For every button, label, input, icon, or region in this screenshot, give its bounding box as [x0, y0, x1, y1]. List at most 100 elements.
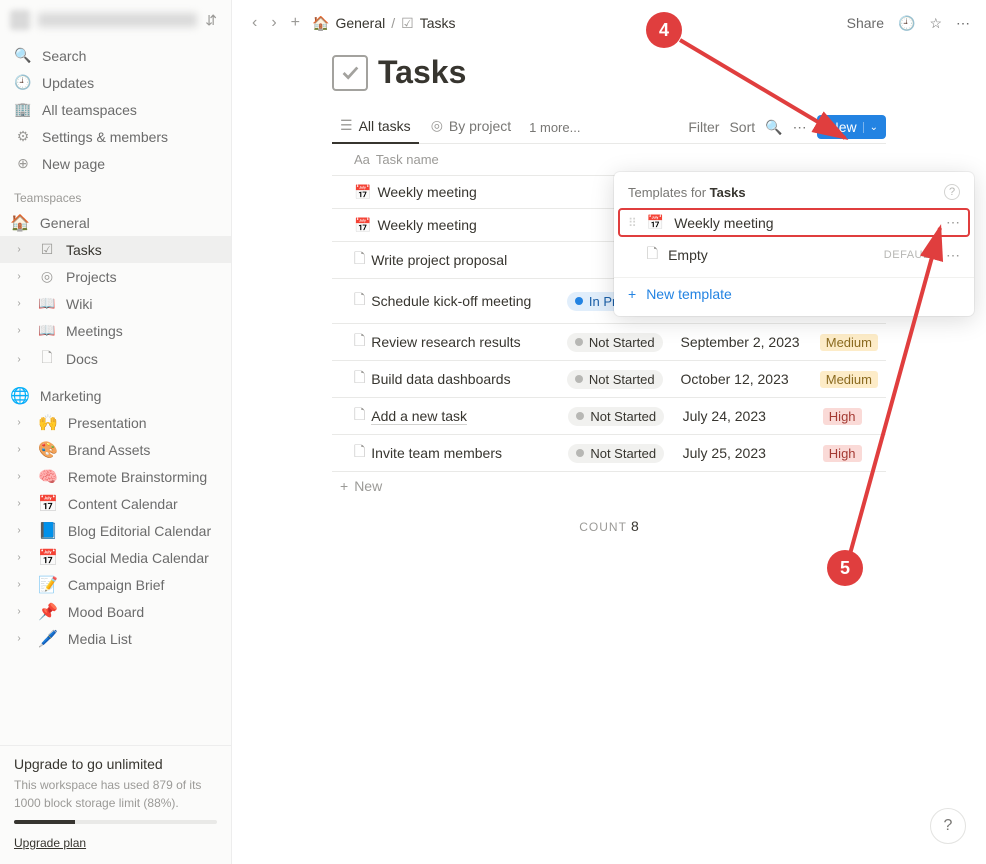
- search-icon[interactable]: 🔍: [765, 119, 782, 136]
- breadcrumb-parent[interactable]: General: [335, 15, 385, 31]
- sidebar-footer: Upgrade to go unlimited This workspace h…: [0, 745, 231, 864]
- sidebar-page-tasks[interactable]: ›☑Tasks: [0, 236, 231, 263]
- workspace-switcher[interactable]: ⇵: [0, 0, 231, 40]
- count-label: COUNT: [579, 520, 627, 534]
- view-tab-more[interactable]: 1 more...: [523, 114, 586, 141]
- topbar: ‹ › + 🏠 General / ☑ Tasks Share 🕘 ☆ ⋯: [232, 0, 986, 46]
- column-priority[interactable]: [815, 144, 886, 175]
- new-tab-button[interactable]: +: [287, 12, 304, 34]
- breadcrumb-parent-icon: 🏠: [312, 15, 329, 32]
- sidebar-page-presentation[interactable]: ›🙌Presentation: [0, 409, 231, 436]
- view-tab-label: By project: [449, 118, 511, 134]
- breadcrumb-page[interactable]: Tasks: [420, 15, 456, 31]
- sidebar-page-blog-editorial-calendar[interactable]: ›📘Blog Editorial Calendar: [0, 517, 231, 544]
- sidebar-page-remote-brainstorming[interactable]: ›🧠Remote Brainstorming: [0, 463, 231, 490]
- clock-icon[interactable]: 🕘: [898, 15, 915, 32]
- task-name: Add a new task: [371, 408, 467, 425]
- sidebar-page-campaign-brief[interactable]: ›📝Campaign Brief: [0, 571, 231, 598]
- teamspace-marketing[interactable]: 🌐 Marketing: [0, 382, 231, 409]
- page-emoji: 🧠: [38, 467, 58, 487]
- chevron-right-icon[interactable]: ›: [10, 552, 28, 563]
- more-icon[interactable]: ⋯: [793, 119, 807, 136]
- page-icon[interactable]: [332, 55, 368, 91]
- more-icon[interactable]: ⋯: [946, 247, 960, 264]
- sidebar-page-meetings[interactable]: ›📖Meetings: [0, 317, 231, 344]
- template-item-weekly-meeting[interactable]: ⠿ 📅 Weekly meeting ⋯: [618, 208, 970, 237]
- sidebar-page-label: Docs: [66, 351, 98, 367]
- chevron-right-icon[interactable]: ›: [10, 579, 28, 590]
- column-name[interactable]: AaTask name: [332, 144, 560, 175]
- sidebar-page-label: Meetings: [66, 323, 123, 339]
- back-button[interactable]: ‹: [248, 12, 261, 34]
- sidebar-label: New page: [42, 156, 105, 172]
- count-row: COUNT8: [332, 500, 886, 552]
- table-row[interactable]: 🗋Build data dashboardsNot StartedOctober…: [332, 361, 886, 398]
- doc-icon: 🗋: [38, 347, 56, 371]
- sidebar-newpage[interactable]: ⊕New page: [0, 150, 231, 177]
- annotation-step-5: 5: [827, 550, 863, 586]
- upgrade-link[interactable]: Upgrade plan: [14, 836, 86, 850]
- chevron-down-icon[interactable]: ⌄: [863, 122, 878, 133]
- sidebar-teamspaces[interactable]: 🏢All teamspaces: [0, 96, 231, 123]
- sidebar-page-projects[interactable]: ›◎Projects: [0, 263, 231, 290]
- sort-button[interactable]: Sort: [729, 119, 755, 135]
- plus-icon: +: [628, 286, 636, 302]
- chevron-right-icon[interactable]: ›: [10, 471, 28, 482]
- page-title[interactable]: Tasks: [378, 54, 466, 91]
- teamspace-general[interactable]: 🏠 General: [0, 209, 231, 236]
- task-name: Write project proposal: [371, 252, 507, 268]
- chevron-right-icon[interactable]: ›: [10, 525, 28, 536]
- help-icon[interactable]: ?: [944, 184, 960, 200]
- chevron-right-icon[interactable]: ›: [10, 633, 28, 644]
- drag-handle-icon[interactable]: ⠿: [628, 216, 637, 230]
- forward-button[interactable]: ›: [267, 12, 280, 34]
- new-button[interactable]: New ⌄: [817, 115, 886, 139]
- share-button[interactable]: Share: [847, 15, 884, 31]
- sidebar-page-docs[interactable]: › 🗋 Docs: [0, 344, 231, 374]
- new-template[interactable]: + New template: [614, 277, 974, 310]
- sidebar-page-label: Media List: [68, 631, 132, 647]
- chevron-right-icon[interactable]: ›: [10, 354, 28, 365]
- sidebar-search[interactable]: 🔍Search: [0, 42, 231, 69]
- view-tab-all-tasks[interactable]: ☰ All tasks: [332, 111, 419, 144]
- more-icon[interactable]: ⋯: [946, 214, 960, 231]
- sidebar-page-media-list[interactable]: ›🖊️Media List: [0, 625, 231, 652]
- page-emoji: 📅: [38, 548, 58, 568]
- page-emoji: 🙌: [38, 413, 58, 433]
- task-name: Schedule kick-off meeting: [371, 293, 531, 309]
- sidebar-page-mood-board[interactable]: ›📌Mood Board: [0, 598, 231, 625]
- sidebar-page-wiki[interactable]: ›📖Wiki: [0, 290, 231, 317]
- column-due[interactable]: [675, 144, 815, 175]
- star-icon[interactable]: ☆: [929, 15, 942, 32]
- table-row[interactable]: 🗋Add a new taskNot StartedJuly 24, 2023H…: [332, 398, 886, 435]
- template-item-empty[interactable]: ⠿ 🗋 Empty DEFAULT ⋯: [614, 237, 974, 273]
- chevron-right-icon[interactable]: ›: [10, 298, 28, 309]
- chevron-right-icon[interactable]: ›: [10, 325, 28, 336]
- chevron-right-icon[interactable]: ›: [10, 444, 28, 455]
- chevron-right-icon[interactable]: ›: [10, 271, 28, 282]
- main: ‹ › + 🏠 General / ☑ Tasks Share 🕘 ☆ ⋯ Ta…: [232, 0, 986, 864]
- sidebar-page-social-media-calendar[interactable]: ›📅Social Media Calendar: [0, 544, 231, 571]
- sidebar-settings[interactable]: ⚙Settings & members: [0, 123, 231, 150]
- due-date: October 12, 2023: [672, 365, 811, 393]
- table-row[interactable]: 🗋Review research resultsNot StartedSepte…: [332, 324, 886, 361]
- new-button-label: New: [829, 119, 857, 135]
- chevron-right-icon[interactable]: ›: [10, 606, 28, 617]
- sidebar-updates[interactable]: 🕘Updates: [0, 69, 231, 96]
- sidebar-page-brand-assets[interactable]: ›🎨Brand Assets: [0, 436, 231, 463]
- chevron-right-icon[interactable]: ›: [10, 498, 28, 509]
- column-status[interactable]: [560, 144, 674, 175]
- breadcrumb-sep: /: [391, 15, 395, 31]
- chevron-right-icon[interactable]: ›: [10, 244, 28, 255]
- more-icon[interactable]: ⋯: [956, 15, 970, 32]
- table-row[interactable]: 🗋Invite team membersNot StartedJuly 25, …: [332, 435, 886, 472]
- status-pill: Not Started: [567, 333, 663, 352]
- sidebar-page-content-calendar[interactable]: ›📅Content Calendar: [0, 490, 231, 517]
- new-row[interactable]: +New: [332, 472, 886, 500]
- help-fab[interactable]: ?: [930, 808, 966, 844]
- filter-button[interactable]: Filter: [688, 119, 719, 135]
- chevron-right-icon[interactable]: ›: [10, 417, 28, 428]
- page-emoji: 🎨: [38, 440, 58, 460]
- view-tab-by-project[interactable]: ◎ By project: [423, 111, 519, 144]
- text-icon: Aa: [354, 152, 370, 167]
